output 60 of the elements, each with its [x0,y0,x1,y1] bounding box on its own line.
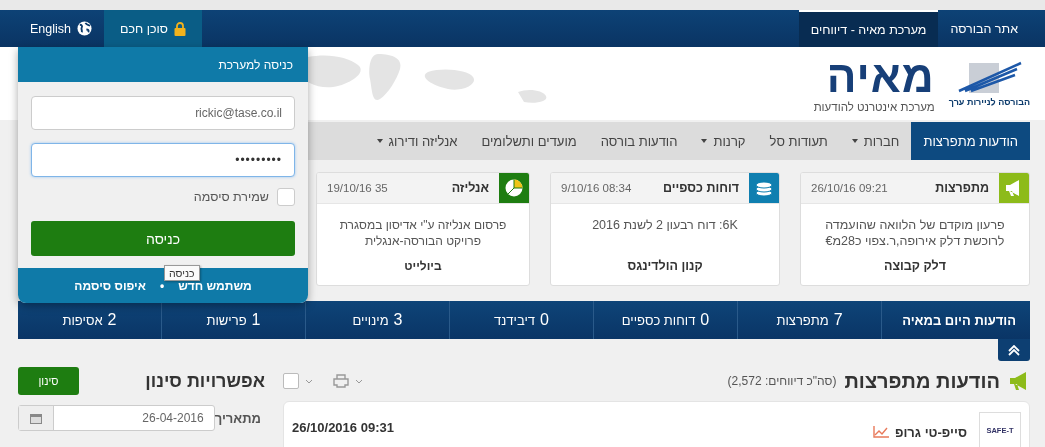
nav-tab[interactable]: חברות [839,122,912,160]
company-link[interactable]: סייפ-טי גרופ [894,424,967,440]
collapse-button[interactable] [998,339,1030,361]
card-time: 09:21 26/10/16 [811,182,888,194]
from-date-label: מתאריך [214,410,261,426]
total-count: (סה"כ דיווחים: 2,572) [727,374,837,388]
globe-icon [77,21,92,36]
caret-icon[interactable] [355,378,363,384]
card-title: אנליזה [451,181,489,195]
login-link[interactable]: איפוס סיסמה [74,278,146,293]
top-link[interactable]: אתר הבורסה [938,10,1030,47]
card-text: פרויקט הבורסה-אנגלית [364,234,482,248]
card-text: לרוכשת דלק אירופה,ר.צפוי כ28מ€ [825,234,1005,248]
caret-icon [701,139,708,143]
card-text: 6K: דוח רבעון 2 לשנת 2016 [592,218,738,232]
date-field[interactable]: 26-04-2016 [18,405,215,431]
card-title: דוחות כספיים [663,181,739,195]
filter-title: אפשרויות סינון [145,370,265,392]
select-all-checkbox[interactable] [283,373,299,389]
remember-checkbox[interactable] [277,188,295,206]
card-time: 08:34 9/10/16 [561,182,632,194]
nav-tab[interactable]: הודעות בורסה [588,122,690,160]
calendar-icon[interactable] [30,412,42,424]
company-link[interactable]: ביולייט [404,259,442,273]
card-text: פרעון מוקדם של הלוואה שהועמדה [825,218,1005,232]
remember-label: שמירת סיסמה [193,190,269,204]
nav-tab[interactable]: מועדים ותשלומים [469,122,589,160]
chart-icon[interactable] [872,426,889,438]
login-link[interactable]: משתמש חדש [178,278,252,293]
today-title: הודעות היום במאיה [901,311,1017,330]
lock-icon [174,21,186,36]
logo-title: מאיה [826,54,935,99]
language-link[interactable]: English [18,10,104,47]
printer-icon[interactable] [333,374,349,388]
caret-icon [376,139,383,143]
logo-subtitle: מערכת אינטרנט להודעות [813,100,935,113]
tooltip: כניסה [164,265,200,281]
tase-caption: הבורסה לניירות ערך [948,96,1030,107]
login-tab[interactable]: סוכן חכם [104,10,202,47]
password-field[interactable]: ••••••••• [31,143,295,177]
nav-tab[interactable]: קרנות [689,122,758,160]
filter-button[interactable]: סינון [18,367,79,395]
separator-dot: • [159,278,165,293]
report-time: 09:31 26/10/2016 [292,420,394,437]
nav-tab[interactable]: אנליזה ודירוג [364,122,470,160]
login-button[interactable]: כניסה [31,221,295,256]
card-title: מתפרצות [935,181,989,195]
nav-tab[interactable]: תעודות סל [757,122,840,160]
card-time: 35 19/10/16 [327,182,388,194]
top-link[interactable]: מערכת מאיה - דיווחים [798,10,939,47]
card-text: פרסום אנליזה ע"י אדיסון במסגרת [339,218,507,232]
company-link[interactable]: דלק קבוצה [884,259,946,273]
caret-icon[interactable] [305,378,313,384]
nav-tab[interactable]: הודעות מתפרצות [911,122,1030,160]
company-link[interactable]: קנון הולדינגס [627,259,703,273]
double-chevron-up-icon [1008,344,1020,356]
email-field[interactable]: rickic@tase.co.il [31,96,295,130]
section-title: הודעות מתפרצות [844,369,1000,393]
login-title: כניסה למערכת [18,47,308,82]
caret-icon [851,139,858,143]
